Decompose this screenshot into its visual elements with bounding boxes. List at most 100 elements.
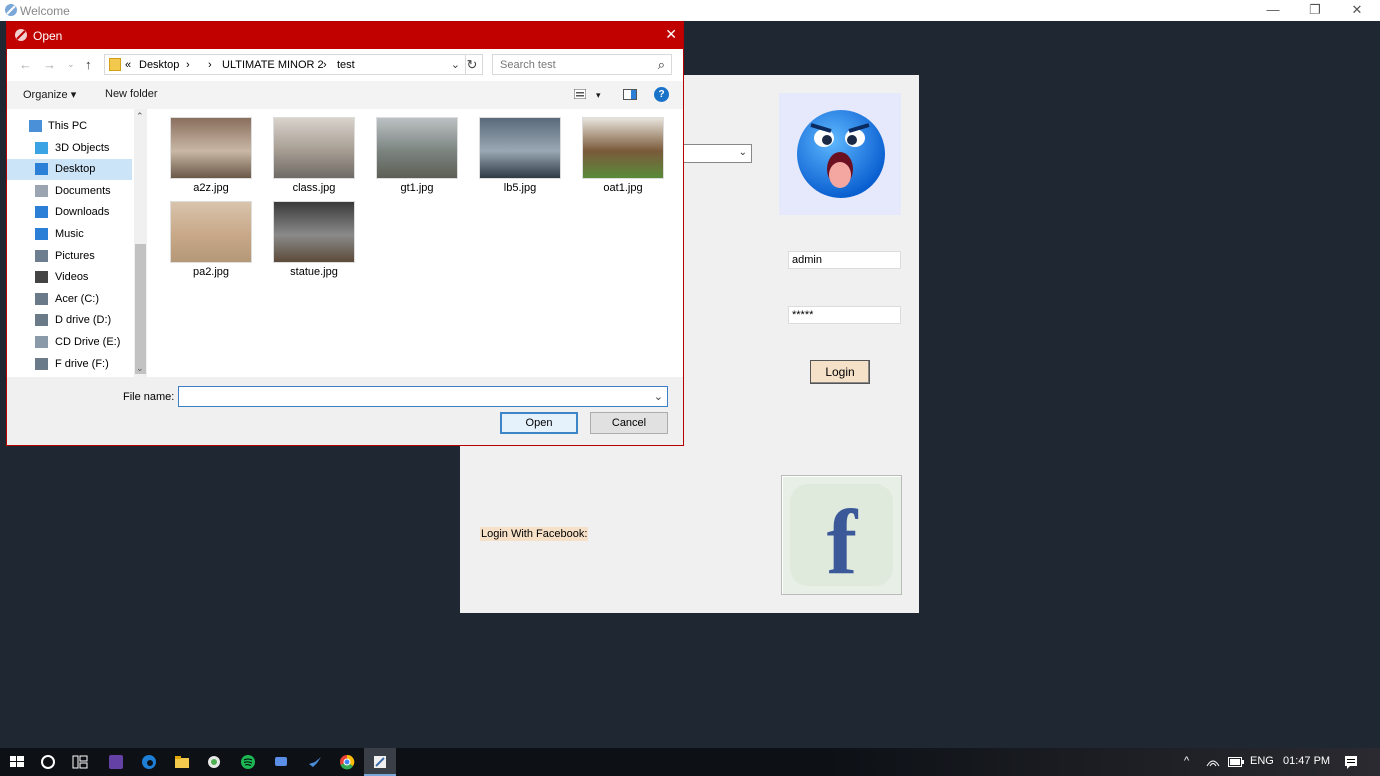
chrome-icon[interactable] [338, 753, 356, 771]
password-field[interactable]: ***** [788, 306, 901, 324]
close-button[interactable]: ✕ [1334, 0, 1380, 21]
nav-item-label: 3D Objects [55, 141, 110, 154]
cancel-button[interactable]: Cancel [590, 412, 668, 434]
chevron-down-icon[interactable]: ⌄ [654, 390, 663, 403]
spotify-icon[interactable] [239, 753, 257, 771]
downloads-icon [35, 206, 48, 219]
role-dropdown[interactable]: ⌄ [683, 144, 752, 163]
minimize-button[interactable]: — [1250, 0, 1296, 21]
nav-item-pictures[interactable]: Pictures [7, 246, 132, 267]
scrollbar-thumb[interactable] [135, 244, 146, 374]
language-indicator[interactable]: ENG [1250, 755, 1274, 767]
breadcrumb-overflow[interactable]: « [125, 59, 131, 71]
steam-icon[interactable] [306, 753, 324, 771]
file-item[interactable]: pa2.jpg [165, 193, 255, 278]
dialog-titlebar: Open ✕ [7, 22, 683, 49]
python-feather-icon [374, 756, 386, 768]
breadcrumb-separator: › [323, 59, 327, 71]
nav-item-3d-objects[interactable]: 3D Objects [7, 138, 132, 159]
username-field[interactable]: admin [788, 251, 901, 269]
nav-item-music[interactable]: Music [7, 224, 132, 245]
tweaked-app-icon[interactable] [205, 753, 223, 771]
navigation-pane-scrollbar[interactable]: ⌃ ⌄ [134, 109, 147, 377]
preview-pane-icon[interactable] [623, 89, 637, 100]
search-input[interactable]: Search test ⌕ [492, 54, 672, 75]
breadcrumb-test[interactable]: test [337, 59, 355, 71]
navigation-pane: This PC 3D Objects Desktop Documents Downloa… [7, 109, 147, 377]
chevron-down-icon: ⌄ [738, 147, 747, 158]
image-thumbnail [170, 201, 252, 263]
file-item[interactable]: statue.jpg [268, 193, 358, 278]
this-pc-icon [29, 120, 42, 132]
nav-item-label: Acer (C:) [55, 292, 99, 305]
file-item[interactable]: gt1.jpg [371, 109, 461, 194]
cortana-search-icon[interactable] [39, 753, 57, 771]
login-button[interactable]: Login [810, 360, 870, 384]
main-window-title: Welcome [20, 4, 70, 18]
windows-start-icon[interactable] [8, 753, 26, 771]
help-icon[interactable]: ? [654, 87, 669, 102]
nav-item-videos[interactable]: Videos [7, 267, 132, 288]
nav-item-cd-drive-e[interactable]: CD Drive (E:) [7, 332, 132, 353]
tray-show-hidden-icon[interactable]: ^ [1184, 755, 1189, 767]
maximize-button[interactable]: ❐ [1292, 0, 1338, 21]
dialog-navigation-bar: ← → ⌄ ↑ « Desktop › › ULTIMATE MINOR 2 ›… [7, 49, 683, 81]
file-item[interactable]: oat1.jpg [577, 109, 667, 194]
videos-icon [35, 271, 48, 284]
facebook-f-text: f [827, 491, 859, 593]
back-arrow-icon[interactable]: ← [19, 57, 32, 72]
chevron-down-icon[interactable]: ⌄ [451, 58, 460, 71]
file-name-input[interactable]: ⌄ [178, 386, 668, 407]
twitch-icon[interactable] [107, 753, 125, 771]
file-item[interactable]: lb5.jpg [474, 109, 564, 194]
wifi-icon[interactable] [1206, 756, 1220, 768]
dialog-toolbar: Organize ▾ New folder ▾ ? [7, 81, 683, 109]
file-name-label: File name: [123, 391, 175, 403]
system-clock[interactable]: 01:47 PM [1283, 755, 1330, 767]
refresh-button[interactable]: ↻ [462, 54, 483, 75]
file-item[interactable]: class.jpg [268, 109, 358, 194]
main-window-titlebar: Welcome — ❐ ✕ [0, 0, 1380, 21]
task-view-icon[interactable] [71, 753, 89, 771]
breadcrumb-separator: › [208, 59, 212, 71]
open-button[interactable]: Open [500, 412, 578, 434]
messenger-icon[interactable] [272, 753, 290, 771]
nav-item-downloads[interactable]: Downloads [7, 202, 132, 223]
app-feather-icon [15, 29, 27, 41]
nav-item-label: CD Drive (E:) [55, 336, 121, 348]
view-dropdown-chevron[interactable]: ▾ [596, 90, 601, 101]
nav-item-label: D drive (D:) [55, 314, 112, 327]
d-drive-d-icon [35, 314, 48, 327]
nav-item-d-drive-d[interactable]: D drive (D:) [7, 310, 132, 331]
up-arrow-icon[interactable]: ↑ [85, 57, 92, 72]
scroll-down-icon[interactable]: ⌄ [136, 363, 144, 374]
forward-arrow-icon[interactable]: → [43, 57, 56, 72]
file-explorer-icon[interactable] [173, 753, 191, 771]
file-item[interactable]: a2z.jpg [165, 109, 255, 194]
breadcrumb-desktop[interactable]: Desktop [139, 59, 179, 71]
facebook-login-button[interactable]: f [781, 475, 902, 595]
nav-item-desktop[interactable]: Desktop [7, 159, 132, 181]
image-thumbnail [273, 117, 355, 179]
scroll-up-icon[interactable]: ⌃ [136, 111, 144, 122]
battery-icon[interactable] [1228, 757, 1244, 767]
nav-item-acer-c[interactable]: Acer (C:) [7, 289, 132, 310]
documents-icon [35, 184, 48, 197]
nav-item-f-drive-f[interactable]: F drive (F:) [7, 354, 132, 375]
image-thumbnail [170, 117, 252, 179]
nav-item-this-pc[interactable]: This PC [7, 116, 132, 137]
action-center-icon[interactable] [1344, 755, 1358, 769]
python-app-taskbar-button[interactable] [364, 748, 396, 776]
organize-menu[interactable]: Organize ▾ [23, 88, 76, 101]
view-options-icon[interactable] [574, 89, 586, 99]
edge-browser-icon[interactable] [140, 753, 158, 771]
image-thumbnail [582, 117, 664, 179]
address-bar[interactable]: « Desktop › › ULTIMATE MINOR 2 › test ⌄ [104, 54, 466, 75]
nav-item-documents[interactable]: Documents [7, 181, 132, 202]
new-folder-button[interactable]: New folder [105, 88, 158, 100]
nav-item-label: F drive (F:) [55, 357, 109, 370]
recent-locations-icon[interactable]: ⌄ [67, 59, 75, 70]
dialog-close-button[interactable]: ✕ [665, 26, 677, 43]
dialog-title: Open [33, 29, 63, 43]
breadcrumb-ultimate-minor[interactable]: ULTIMATE MINOR 2 [222, 59, 324, 71]
